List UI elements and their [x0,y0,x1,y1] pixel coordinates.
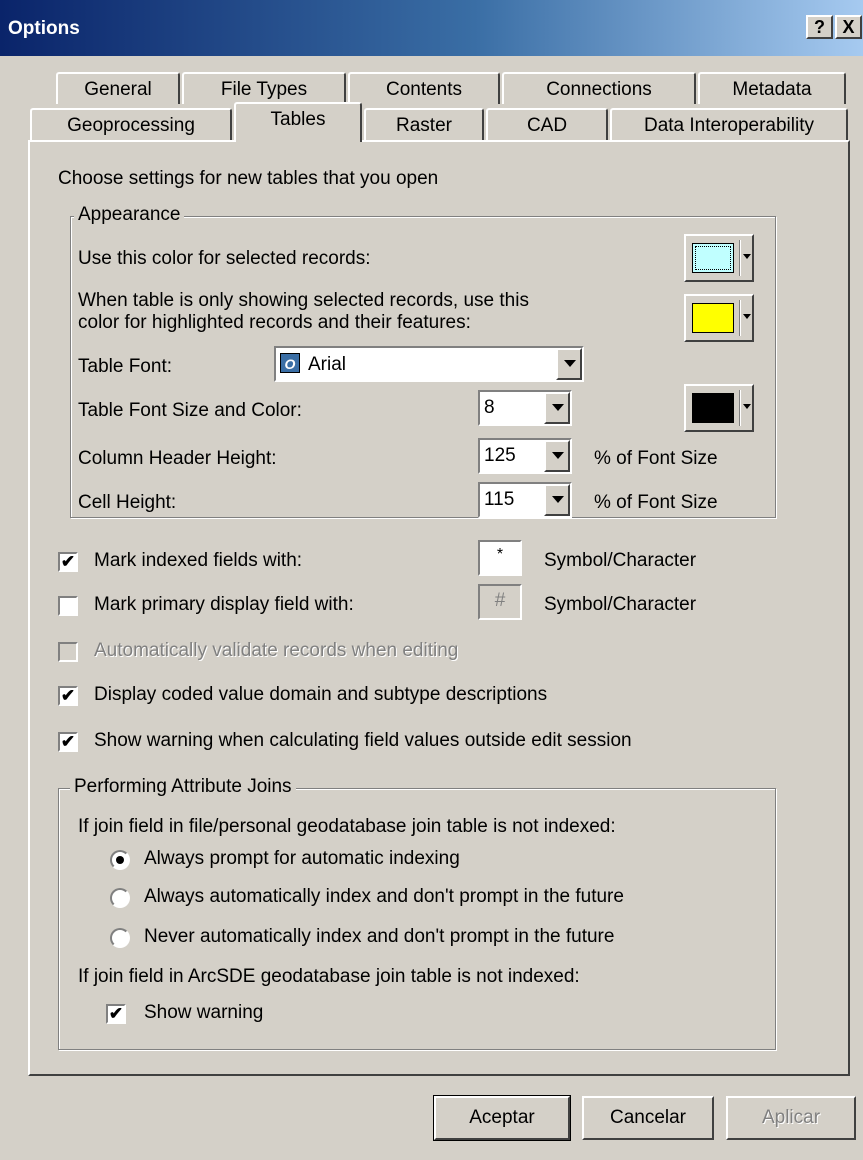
highlight-color-swatch [692,303,734,333]
header-height-label: Column Header Height: [78,448,277,469]
font-size-value: 8 [484,397,495,418]
chevron-down-icon [743,314,751,319]
selected-color-picker[interactable] [684,234,754,282]
font-type-icon: O [280,353,300,373]
appearance-legend: Appearance [74,204,185,226]
tab-connections[interactable]: Connections [502,72,696,104]
table-font-label: Table Font: [78,356,172,377]
radio-auto-index-label: Always automatically index and don't pro… [144,886,624,907]
font-size-label: Table Font Size and Color: [78,400,302,421]
chevron-down-icon [743,254,751,259]
radio-prompt-indexing[interactable] [110,850,130,870]
font-size-select[interactable]: 8 [478,390,572,426]
coded-domain-checkbox[interactable]: ✔ [58,686,78,706]
joins-legend: Performing Attribute Joins [70,776,296,798]
cancel-button[interactable]: Cancelar [582,1096,714,1140]
tab-raster[interactable]: Raster [364,108,484,142]
header-height-value: 125 [484,445,516,466]
indexed-checkbox[interactable]: ✔ [58,552,78,572]
chevron-down-icon[interactable] [544,392,570,424]
radio-never-index[interactable] [110,928,130,948]
radio-prompt-indexing-label: Always prompt for automatic indexing [144,848,460,869]
validate-label: Automatically validate records when edit… [94,640,459,661]
primary-symbol-input[interactable]: # [478,584,522,620]
font-color-picker[interactable] [684,384,754,432]
table-font-select[interactable]: O Arial [274,346,584,382]
window-title: Options [8,18,80,39]
tab-geoprocessing[interactable]: Geoprocessing [30,108,232,142]
intro-text: Choose settings for new tables that you … [58,168,439,189]
validate-checkbox [58,642,78,662]
primary-symbol-label: Symbol/Character [544,594,697,615]
indexed-symbol-input[interactable]: * [478,540,522,576]
highlight-color-picker[interactable] [684,294,754,342]
color-separator [739,300,740,336]
tab-cad[interactable]: CAD [486,108,608,142]
apply-button: Aplicar [726,1096,856,1140]
chevron-down-icon[interactable] [556,348,582,380]
tab-tables[interactable]: Tables [234,102,362,142]
highlight-label-line1: When table is only showing selected reco… [78,290,529,311]
tab-contents[interactable]: Contents [348,72,500,104]
header-height-select[interactable]: 125 [478,438,572,474]
chevron-down-icon [743,404,751,409]
radio-auto-index[interactable] [110,888,130,908]
radio-never-index-label: Never automatically index and don't prom… [144,926,615,947]
cell-height-label: Cell Height: [78,492,177,513]
selected-color-swatch [692,243,734,273]
file-gdb-heading: If join field in file/personal geodataba… [78,816,616,837]
calc-warning-label: Show warning when calculating field valu… [94,730,632,751]
color-separator [739,240,740,276]
primary-label: Mark primary display field with: [94,594,354,615]
chevron-down-icon[interactable] [544,440,570,472]
tables-panel: Choose settings for new tables that you … [28,140,850,1076]
table-font-value: Arial [308,354,347,375]
primary-checkbox[interactable] [58,596,78,616]
indexed-label: Mark indexed fields with: [94,550,303,571]
ok-button[interactable]: Aceptar [433,1095,571,1141]
tab-metadata[interactable]: Metadata [698,72,846,104]
show-warning-label: Show warning [144,1002,264,1023]
selected-color-label: Use this color for selected records: [78,248,371,269]
color-separator [739,390,740,426]
calc-warning-checkbox[interactable]: ✔ [58,732,78,752]
cell-height-unit: % of Font Size [594,492,718,513]
show-warning-checkbox[interactable]: ✔ [106,1004,126,1024]
sde-heading: If join field in ArcSDE geodatabase join… [78,966,580,987]
help-button[interactable]: ? [806,15,833,39]
tab-data-interoperability[interactable]: Data Interoperability [610,108,848,142]
header-height-unit: % of Font Size [594,448,718,469]
close-button[interactable]: X [835,15,862,39]
tab-general[interactable]: General [56,72,180,104]
title-bar [0,0,863,56]
tab-file-types[interactable]: File Types [182,72,346,104]
cell-height-select[interactable]: 115 [478,482,572,518]
highlight-label-line2: color for highlighted records and their … [78,312,471,333]
cell-height-value: 115 [484,489,515,510]
font-color-swatch [692,393,734,423]
coded-domain-label: Display coded value domain and subtype d… [94,684,548,705]
indexed-symbol-label: Symbol/Character [544,550,697,571]
chevron-down-icon[interactable] [544,484,570,516]
